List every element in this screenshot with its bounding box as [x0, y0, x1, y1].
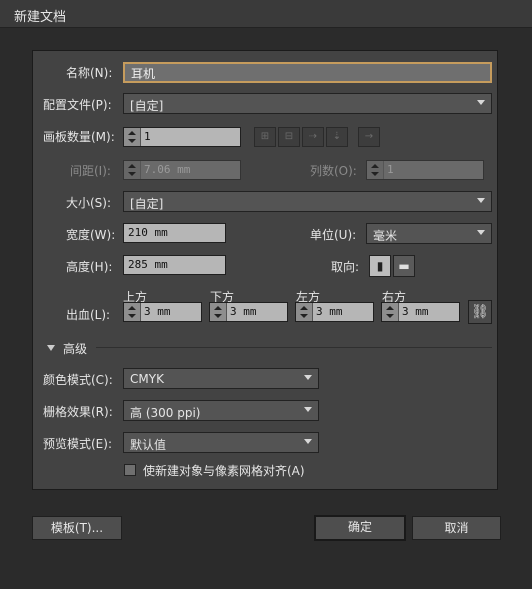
profile-select[interactable]: [自定] — [123, 93, 492, 114]
artboards-stepper[interactable]: 1 — [123, 127, 241, 147]
advanced-label[interactable]: 高级 — [63, 340, 87, 357]
stepper-arrows-icon[interactable] — [124, 128, 141, 146]
window-title: 新建文档 — [14, 10, 67, 25]
chevron-down-icon — [477, 100, 485, 105]
bleed-right-stepper[interactable]: 3 mm — [381, 302, 460, 322]
columns-stepper[interactable]: 1 — [366, 160, 484, 180]
arrange-by-row-icon[interactable]: ⇢ — [302, 127, 324, 147]
link-chain-icon[interactable]: ⛓ — [468, 300, 492, 324]
raster-value: 高 (300 ppi) — [130, 406, 201, 420]
bleed-right-value: 3 mm — [402, 305, 429, 318]
stepper-arrows-icon[interactable] — [124, 303, 141, 321]
color-mode-label: 颜色模式(C): — [43, 373, 113, 387]
stepper-arrows-icon[interactable] — [296, 303, 313, 321]
raster-label: 栅格效果(R): — [43, 405, 113, 419]
profile-select-value: [自定] — [130, 99, 164, 113]
raster-select[interactable]: 高 (300 ppi) — [123, 400, 319, 421]
width-input[interactable]: 210 mm — [123, 223, 226, 243]
size-select[interactable]: [自定] — [123, 191, 492, 212]
chevron-down-icon — [477, 230, 485, 235]
arrange-by-column-icon[interactable]: ⇣ — [326, 127, 348, 147]
profile-label: 配置文件(P): — [43, 98, 112, 112]
artboards-label: 画板数量(M): — [43, 130, 115, 144]
change-to-rtl-icon[interactable]: → — [358, 127, 380, 147]
preview-label: 预览模式(E): — [43, 437, 112, 451]
stepper-arrows-icon[interactable] — [124, 161, 141, 179]
columns-label: 列数(O): — [310, 164, 357, 178]
bleed-top-value: 3 mm — [144, 305, 171, 318]
chevron-down-icon — [304, 439, 312, 444]
templates-button[interactable]: 模板(T)... — [32, 516, 122, 540]
spacing-label: 间距(I): — [70, 164, 111, 178]
bleed-left-value: 3 mm — [316, 305, 343, 318]
bleed-label: 出血(L): — [66, 308, 111, 322]
cancel-button[interactable]: 取消 — [412, 516, 501, 540]
width-label: 宽度(W): — [66, 228, 116, 242]
title-bar[interactable] — [0, 0, 532, 28]
units-select-value: 毫米 — [373, 229, 398, 243]
preview-value: 默认值 — [130, 438, 167, 452]
columns-value: 1 — [387, 163, 394, 176]
name-label: 名称(N): — [66, 66, 113, 80]
artboards-value: 1 — [144, 130, 151, 143]
align-pixel-label: 使新建对象与像素网格对齐(A) — [143, 464, 305, 478]
name-input[interactable]: 耳机 — [123, 62, 492, 83]
stepper-arrows-icon[interactable] — [382, 303, 399, 321]
ok-button[interactable]: 确定 — [314, 515, 406, 541]
bleed-top-stepper[interactable]: 3 mm — [123, 302, 202, 322]
height-input[interactable]: 285 mm — [123, 255, 226, 275]
bleed-bottom-value: 3 mm — [230, 305, 257, 318]
spacing-value: 7.06 mm — [144, 163, 191, 176]
units-select[interactable]: 毫米 — [366, 223, 492, 244]
bleed-left-stepper[interactable]: 3 mm — [295, 302, 374, 322]
collapse-triangle-icon[interactable] — [47, 345, 55, 351]
preview-select[interactable]: 默认值 — [123, 432, 319, 453]
orientation-label: 取向: — [331, 260, 360, 274]
chevron-down-icon — [304, 407, 312, 412]
bleed-bottom-stepper[interactable]: 3 mm — [209, 302, 288, 322]
grid-by-row-icon[interactable]: ⊞ — [254, 127, 276, 147]
chevron-down-icon — [304, 375, 312, 380]
grid-by-column-icon[interactable]: ⊟ — [278, 127, 300, 147]
portrait-orientation-icon[interactable]: ▮ — [369, 255, 391, 277]
advanced-divider — [96, 347, 492, 348]
chevron-down-icon — [477, 198, 485, 203]
spacing-stepper[interactable]: 7.06 mm — [123, 160, 241, 180]
units-label: 单位(U): — [310, 228, 357, 242]
landscape-orientation-icon[interactable]: ▬ — [393, 255, 415, 277]
color-mode-select[interactable]: CMYK — [123, 368, 319, 389]
stepper-arrows-icon[interactable] — [367, 161, 384, 179]
size-select-value: [自定] — [130, 197, 164, 211]
align-pixel-checkbox[interactable] — [124, 464, 136, 476]
color-mode-value: CMYK — [130, 372, 164, 386]
stepper-arrows-icon[interactable] — [210, 303, 227, 321]
size-label: 大小(S): — [66, 196, 112, 210]
height-label: 高度(H): — [66, 260, 113, 274]
